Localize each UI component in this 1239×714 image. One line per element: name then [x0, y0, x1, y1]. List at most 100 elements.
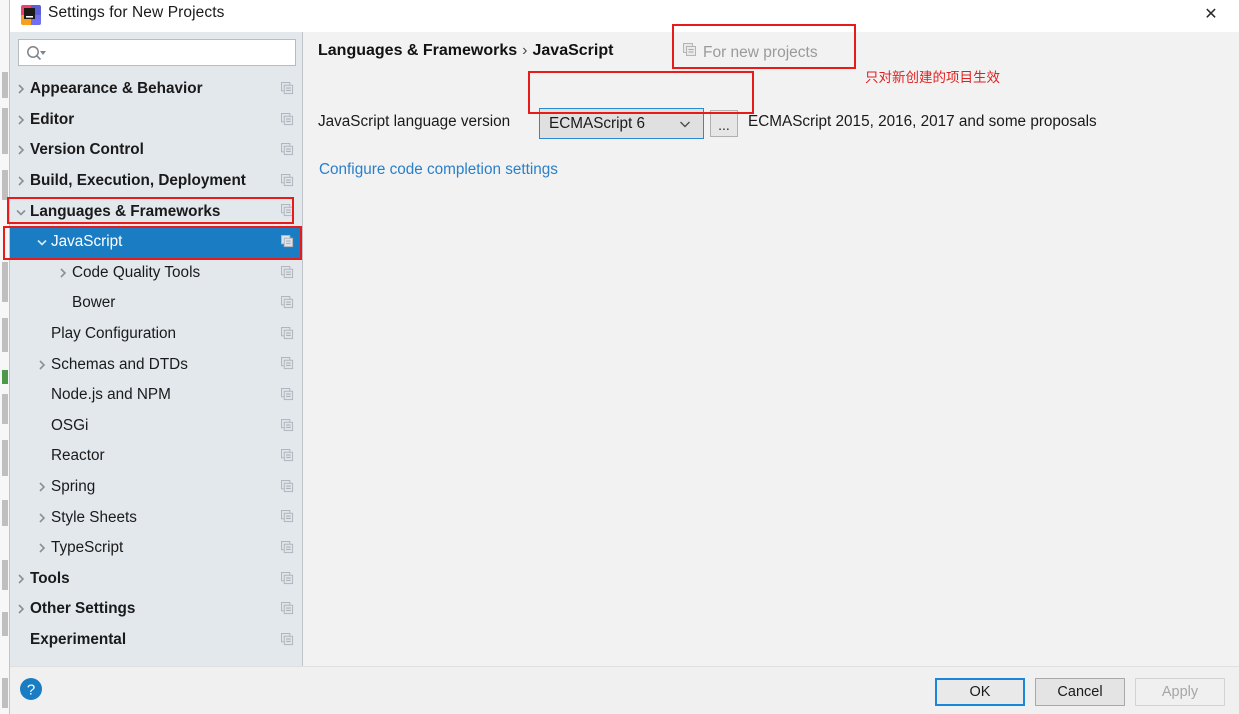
sidebar-item-label: Experimental — [30, 630, 127, 648]
sidebar-item-label: TypeScript — [51, 539, 124, 557]
bg-status-marker — [2, 370, 8, 384]
bg-scroll-segment — [2, 560, 8, 590]
chevron-right-icon[interactable] — [14, 174, 28, 188]
breadcrumb-leaf: JavaScript — [532, 42, 614, 59]
copy-to-projects-icon[interactable] — [281, 632, 294, 646]
sidebar-item-label: Style Sheets — [51, 508, 137, 526]
sidebar-item-bower[interactable]: Bower — [10, 288, 302, 319]
sidebar-item-label: Editor — [30, 110, 75, 128]
copy-to-projects-icon[interactable] — [281, 112, 294, 126]
for-new-projects-label: For new projects — [683, 43, 818, 62]
copy-to-projects-icon[interactable] — [281, 510, 294, 523]
chevron-right-icon[interactable] — [14, 602, 28, 616]
help-icon[interactable]: ? — [18, 676, 44, 702]
chevron-right-icon[interactable] — [14, 572, 28, 586]
sidebar-item-build-execution-deployment[interactable]: Build, Execution, Deployment — [10, 166, 302, 197]
copy-to-projects-icon[interactable] — [281, 602, 294, 615]
chevron-right-icon[interactable] — [14, 113, 28, 127]
search-input[interactable] — [51, 40, 293, 65]
sidebar-item-node-js-and-npm[interactable]: Node.js and NPM — [10, 380, 302, 411]
chevron-right-icon[interactable] — [14, 82, 28, 96]
dialog-footer: ? OK Cancel Apply — [10, 666, 1239, 714]
sidebar-item-editor[interactable]: Editor — [10, 105, 302, 136]
sidebar-item-label: Build, Execution, Deployment — [30, 172, 246, 190]
copy-to-projects-icon[interactable] — [281, 449, 294, 462]
breadcrumb-separator: › — [522, 42, 528, 59]
title-bar: Settings for New Projects ✕ — [10, 0, 1239, 32]
search-box[interactable] — [18, 39, 296, 66]
apply-button: Apply — [1135, 678, 1225, 706]
sidebar-item-version-control[interactable]: Version Control — [10, 135, 302, 166]
settings-tree[interactable]: Appearance & Behavior Editor Version Contr… — [10, 74, 302, 666]
chevron-down-icon[interactable] — [14, 205, 28, 219]
sidebar-item-javascript[interactable]: JavaScript — [10, 226, 302, 258]
sidebar-item-label: Node.js and NPM — [51, 386, 171, 404]
copy-to-projects-icon[interactable] — [281, 326, 294, 340]
sidebar-item-style-sheets[interactable]: Style Sheets — [10, 502, 302, 533]
sidebar-item-label: JavaScript — [51, 233, 123, 251]
settings-content: Languages & Frameworks › JavaScript For ne… — [304, 32, 1239, 666]
sidebar-item-label: Reactor — [51, 447, 105, 465]
sidebar-item-label: Tools — [30, 569, 70, 587]
window-title: Settings for New Projects — [48, 4, 225, 21]
chevron-down-icon[interactable] — [35, 235, 49, 249]
copy-to-projects-icon[interactable] — [281, 173, 294, 187]
breadcrumb-root[interactable]: Languages & Frameworks — [318, 42, 517, 59]
bg-scroll-segment — [2, 108, 8, 154]
close-icon[interactable]: ✕ — [1189, 0, 1233, 30]
bg-scroll-segment — [2, 318, 8, 352]
sidebar-item-experimental[interactable]: Experimental — [10, 625, 302, 656]
copy-to-projects-icon[interactable] — [281, 296, 294, 309]
bg-scroll-segment — [2, 170, 8, 200]
copy-to-projects-icon[interactable] — [281, 479, 294, 493]
sidebar-item-label: Spring — [51, 478, 96, 496]
search-icon — [26, 45, 48, 62]
ok-button[interactable]: OK — [935, 678, 1025, 706]
chevron-right-icon[interactable] — [35, 358, 49, 372]
chevron-down-icon — [678, 117, 692, 131]
copy-to-projects-icon[interactable] — [281, 143, 294, 156]
chevron-right-icon[interactable] — [35, 541, 49, 555]
sidebar-item-play-configuration[interactable]: Play Configuration — [10, 319, 302, 350]
sidebar-item-osgi[interactable]: OSGi — [10, 411, 302, 442]
configure-code-completion-link[interactable]: Configure code completion settings — [319, 161, 558, 179]
for-new-projects-text: For new projects — [703, 43, 818, 61]
copy-to-projects-icon[interactable] — [281, 387, 294, 401]
copy-to-projects-icon[interactable] — [281, 571, 294, 585]
sidebar-item-label: Version Control — [30, 141, 144, 159]
chevron-right-icon[interactable] — [35, 480, 49, 494]
language-version-dropdown[interactable]: ECMAScript 6 — [539, 108, 704, 139]
copy-to-projects-icon — [683, 43, 697, 62]
sidebar-item-languages-frameworks[interactable]: Languages & Frameworks — [10, 196, 302, 227]
copy-to-projects-icon[interactable] — [281, 234, 294, 248]
bg-scroll-segment — [2, 440, 8, 476]
sidebar-item-code-quality-tools[interactable]: Code Quality Tools — [10, 258, 302, 289]
sidebar-item-other-settings[interactable]: Other Settings — [10, 594, 302, 625]
sidebar-item-typescript[interactable]: TypeScript — [10, 533, 302, 564]
copy-to-projects-icon[interactable] — [281, 418, 294, 432]
cancel-button[interactable]: Cancel — [1035, 678, 1125, 706]
chevron-right-icon[interactable] — [35, 511, 49, 525]
sidebar-item-label: Languages & Frameworks — [30, 202, 221, 220]
sidebar-item-label: Schemas and DTDs — [51, 355, 188, 373]
sidebar-item-schemas-and-dtds[interactable]: Schemas and DTDs — [10, 349, 302, 380]
sidebar-item-appearance-behavior[interactable]: Appearance & Behavior — [10, 74, 302, 105]
language-version-hint: ECMAScript 2015, 2016, 2017 and some pro… — [748, 113, 1097, 130]
language-version-more-button[interactable]: ... — [710, 110, 738, 137]
sidebar-item-reactor[interactable]: Reactor — [10, 441, 302, 472]
sidebar-item-label: Code Quality Tools — [72, 263, 201, 281]
bg-scroll-segment — [2, 262, 8, 302]
bg-scroll-segment — [2, 612, 8, 636]
copy-to-projects-icon[interactable] — [281, 265, 294, 279]
chevron-right-icon[interactable] — [14, 143, 28, 157]
copy-to-projects-icon[interactable] — [281, 204, 294, 217]
copy-to-projects-icon[interactable] — [281, 540, 294, 554]
bg-scroll-segment — [2, 394, 8, 424]
bg-scroll-segment — [2, 72, 8, 98]
chevron-right-icon[interactable] — [56, 266, 70, 280]
copy-to-projects-icon[interactable] — [281, 82, 294, 95]
sidebar-item-tools[interactable]: Tools — [10, 564, 302, 595]
sidebar-item-spring[interactable]: Spring — [10, 472, 302, 503]
copy-to-projects-icon[interactable] — [281, 357, 294, 370]
settings-sidebar: Appearance & Behavior Editor Version Contr… — [10, 32, 303, 666]
